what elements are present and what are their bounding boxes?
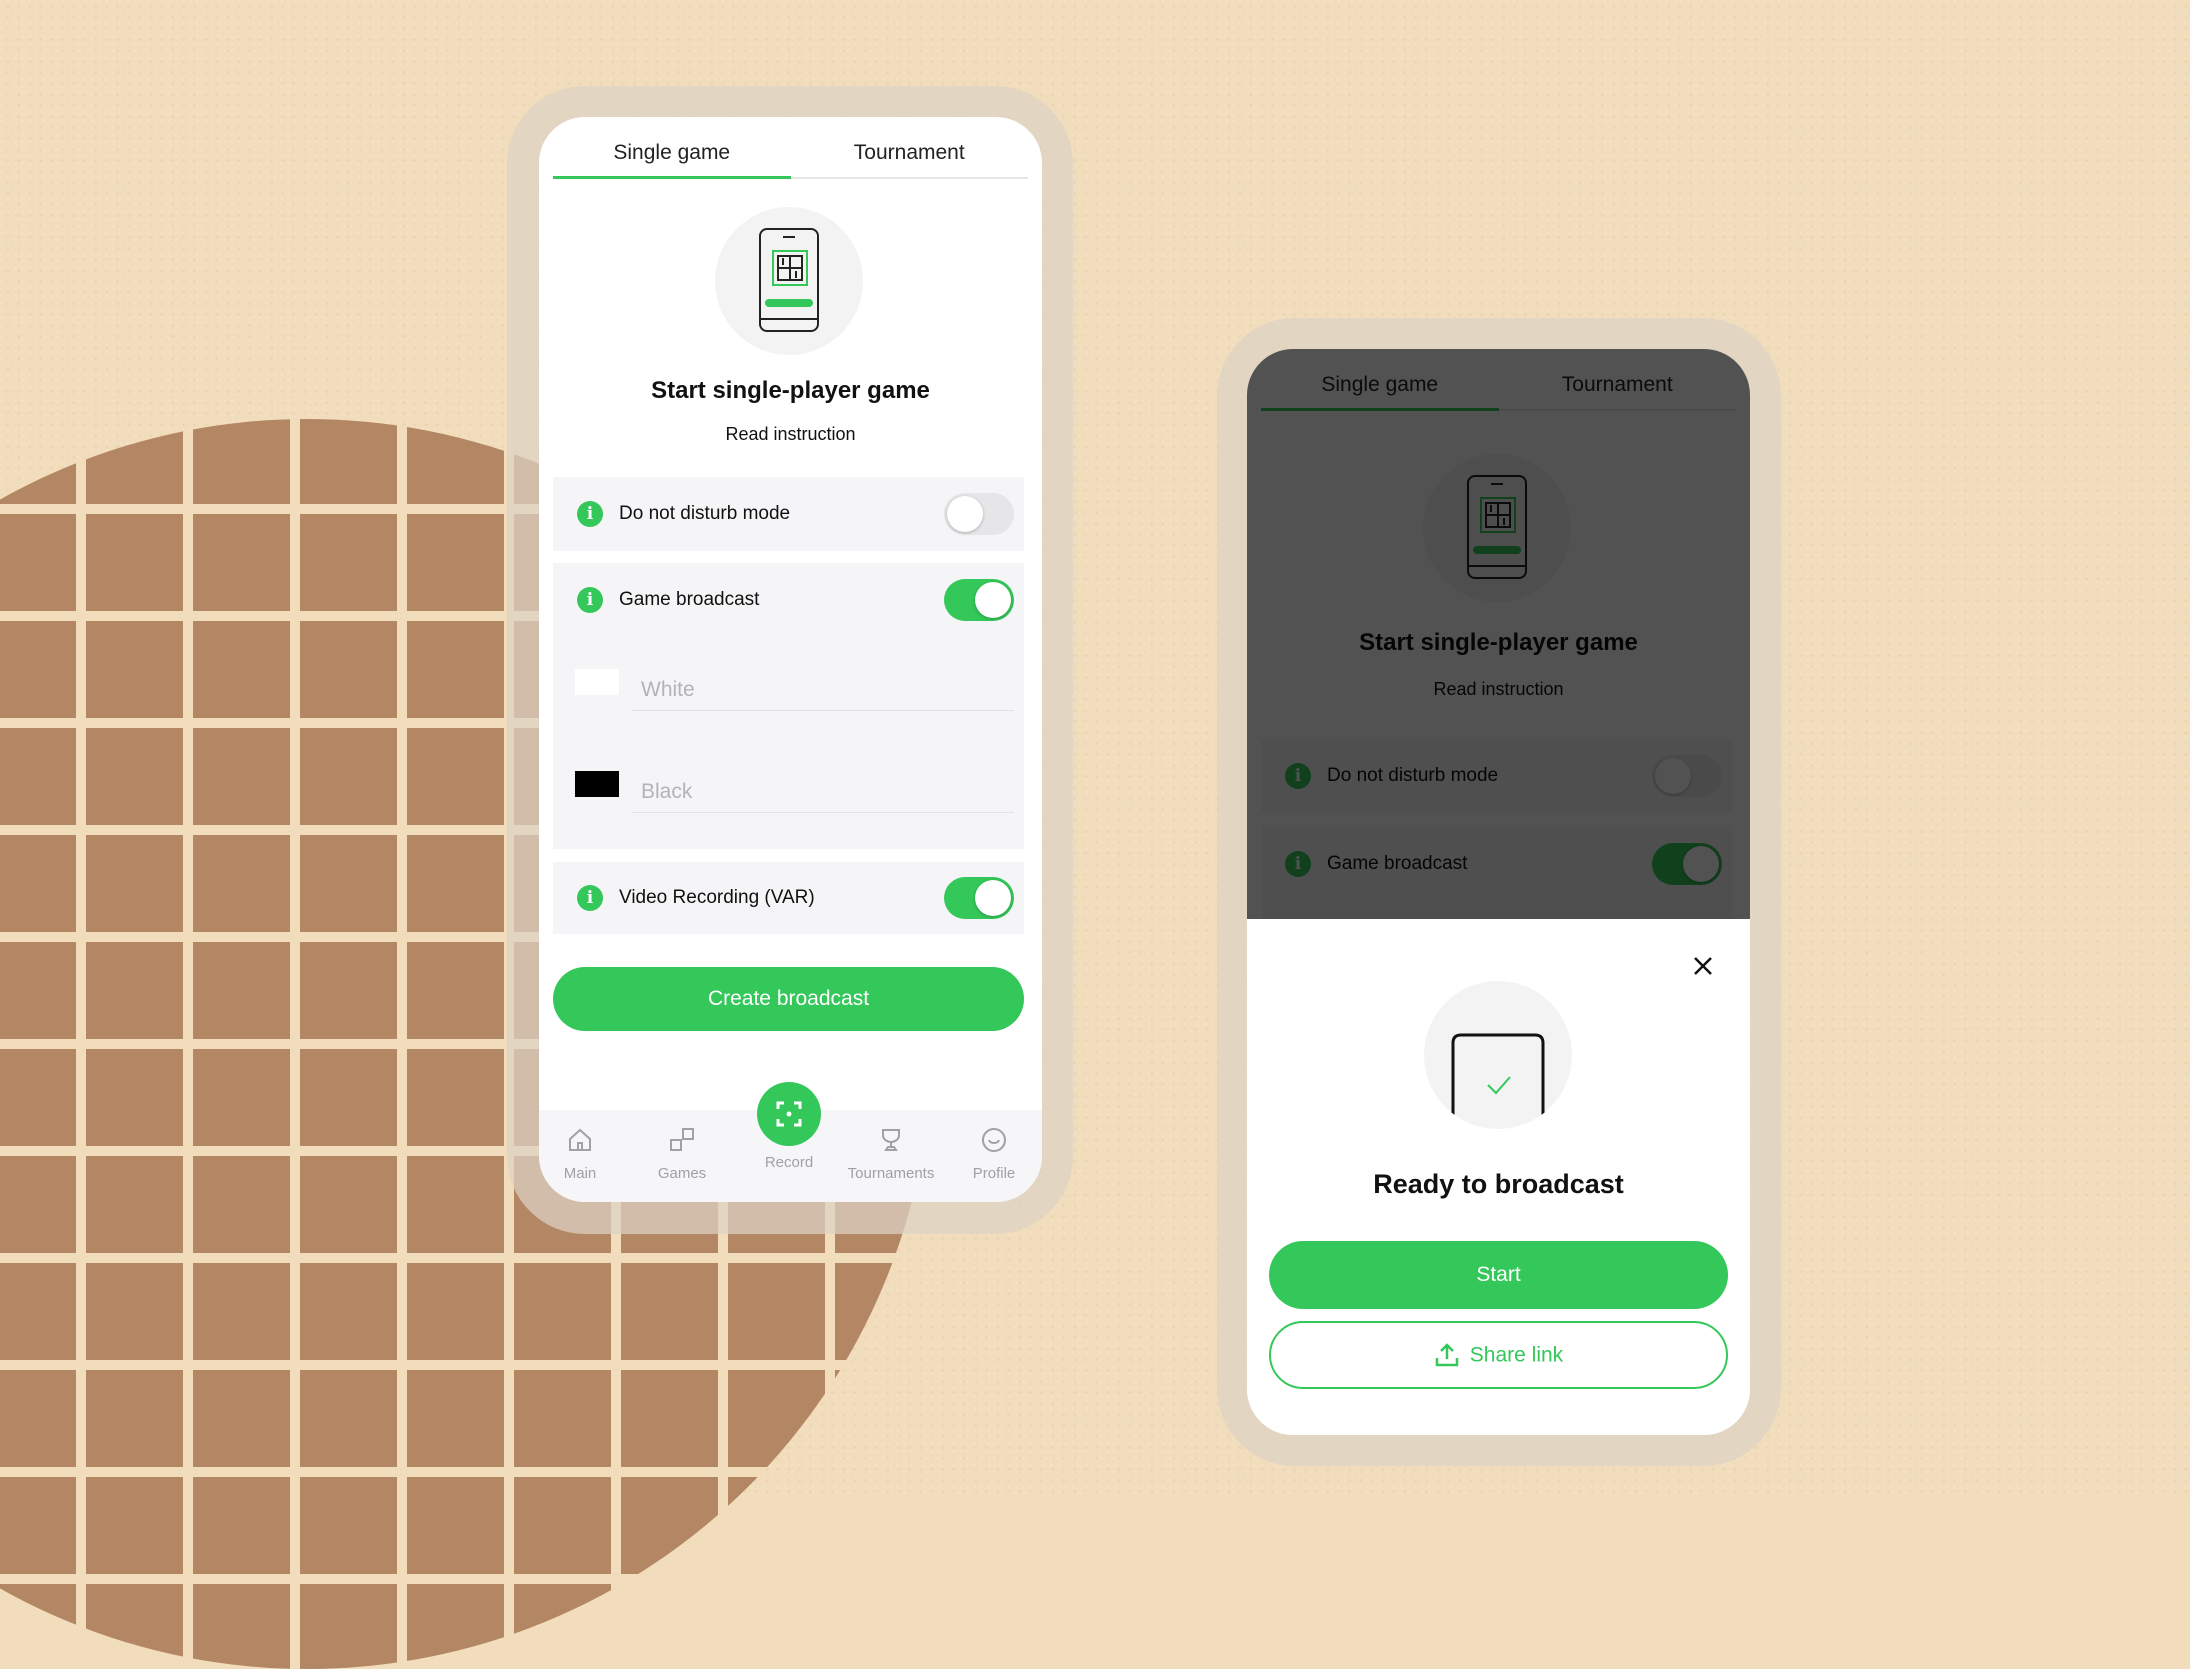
start-button[interactable]: Start [1269, 1241, 1728, 1309]
white-player-placeholder: White [641, 678, 695, 701]
close-icon[interactable] [1692, 955, 1714, 977]
sheet-title: Ready to broadcast [1373, 1169, 1624, 1199]
do-not-disturb-label: Do not disturb mode [619, 503, 791, 524]
mode-tabs: Single game Tournament [553, 117, 1028, 179]
video-recording-row: i Video Recording (VAR) [553, 862, 1024, 934]
info-icon[interactable]: i [577, 885, 603, 911]
black-player-field[interactable]: Black [631, 768, 1014, 813]
tab-active-indicator [553, 176, 791, 179]
game-broadcast-toggle[interactable] [944, 579, 1014, 621]
nav-record-label: Record [764, 1154, 814, 1171]
info-icon[interactable]: i [577, 587, 603, 613]
toggle-knob [975, 880, 1011, 916]
sheet-illustration-circle [1424, 981, 1572, 1129]
white-swatch [575, 669, 619, 695]
home-icon [569, 1128, 591, 1151]
page-title: Start single-player game [651, 377, 930, 404]
profile-icon [982, 1128, 1006, 1152]
nav-record[interactable]: Record [739, 1154, 839, 1171]
info-icon[interactable]: i [577, 501, 603, 527]
nav-profile-label: Profile [972, 1165, 1016, 1182]
trophy-icon [882, 1129, 900, 1151]
video-recording-toggle[interactable] [944, 877, 1014, 919]
nav-profile[interactable]: Profile [944, 1126, 1042, 1182]
tab-tournament[interactable]: Tournament [791, 141, 1029, 165]
nav-tournaments-label: Tournaments [847, 1165, 935, 1182]
modal-backdrop[interactable] [1247, 349, 1750, 919]
share-link-label: Share link [1469, 1343, 1564, 1367]
ready-to-broadcast-sheet: Ready to broadcast Start Share link [1247, 919, 1750, 1435]
toggle-knob [975, 582, 1011, 618]
bottom-nav: Main Games Record Tournaments Profile [539, 1082, 1042, 1202]
white-player-field[interactable]: White [631, 666, 1014, 711]
nav-games-label: Games [657, 1165, 707, 1182]
nav-main[interactable]: Main [539, 1126, 630, 1182]
game-broadcast-block: i Game broadcast White Black [553, 563, 1024, 849]
share-link-button[interactable]: Share link [1269, 1321, 1728, 1389]
phone-check-icon [1451, 1033, 1545, 1119]
toggle-knob [947, 496, 983, 532]
game-broadcast-label: Game broadcast [619, 589, 760, 610]
black-swatch [575, 771, 619, 797]
share-icon [1435, 1343, 1459, 1367]
do-not-disturb-row: i Do not disturb mode [553, 477, 1024, 551]
phone-chessboard-icon [759, 228, 819, 332]
video-recording-label: Video Recording (VAR) [619, 887, 815, 908]
black-player-placeholder: Black [641, 780, 693, 803]
tab-single-game[interactable]: Single game [553, 141, 791, 165]
nav-main-label: Main [563, 1165, 597, 1182]
read-instruction-link[interactable]: Read instruction [539, 424, 1042, 445]
record-icon [776, 1101, 802, 1127]
right-phone-screen: Single game Tournament Start single-play… [1247, 349, 1750, 1435]
left-phone-screen: Single game Tournament Start single-play… [539, 117, 1042, 1202]
illustration-circle [715, 207, 863, 355]
do-not-disturb-toggle[interactable] [944, 493, 1014, 535]
nav-record-button[interactable] [757, 1082, 821, 1146]
nav-games[interactable]: Games [632, 1126, 732, 1182]
create-broadcast-button[interactable]: Create broadcast [553, 967, 1024, 1031]
games-icon [670, 1128, 694, 1151]
nav-tournaments[interactable]: Tournaments [841, 1126, 941, 1182]
